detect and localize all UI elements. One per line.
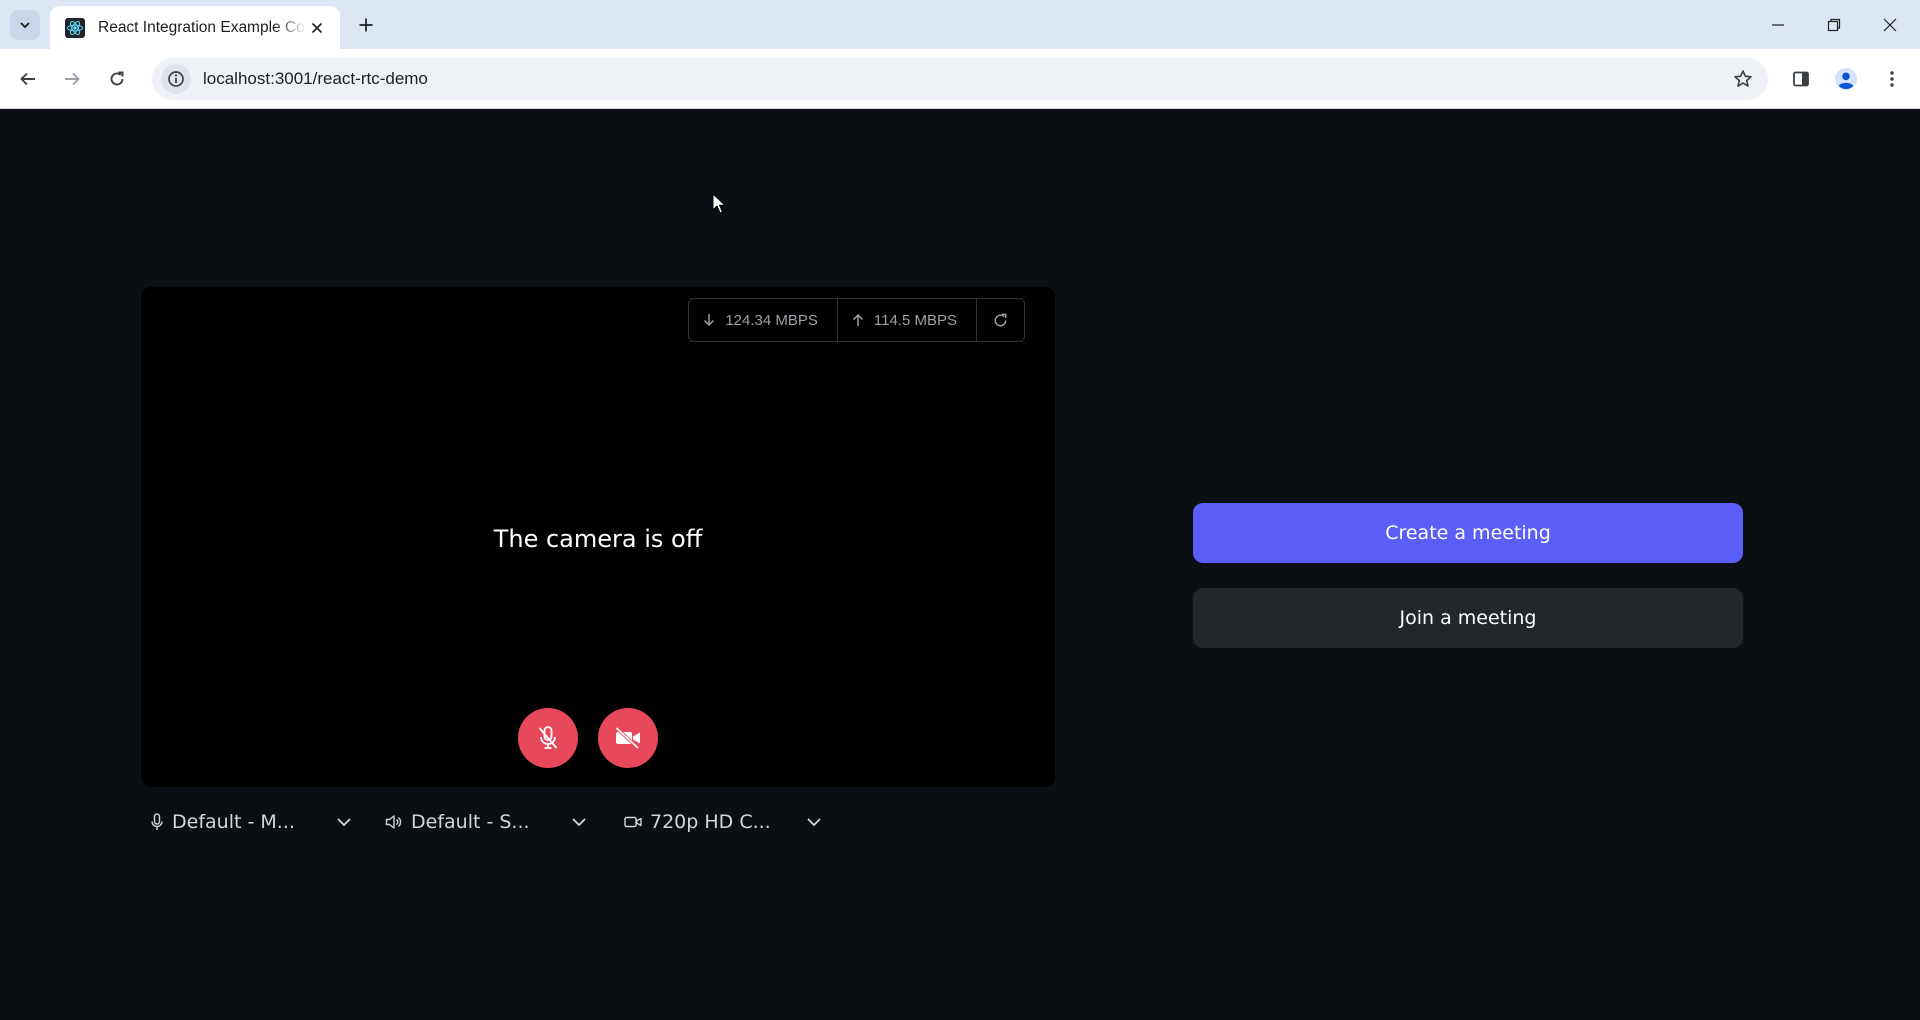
back-button[interactable] [11, 62, 45, 96]
network-stats: 124.34 MBPS 114.5 MBPS [688, 298, 1025, 342]
page-content: The camera is off 124.34 MBPS 114.5 MBPS [0, 110, 1920, 1020]
forward-button[interactable] [55, 62, 89, 96]
profile-button[interactable] [1829, 62, 1863, 96]
microphone-icon [151, 813, 163, 830]
speaker-select-value: Default - S... [411, 811, 530, 833]
chevron-down-icon [336, 817, 352, 827]
bookmark-button[interactable] [1726, 62, 1760, 96]
restore-icon [1827, 18, 1841, 31]
mouse-cursor-icon [712, 193, 726, 214]
close-window-button[interactable] [1862, 0, 1918, 49]
browser-toolbar: localhost:3001/react-rtc-demo [0, 49, 1920, 109]
tab-close-button[interactable] [306, 17, 328, 39]
side-panel-icon [1793, 71, 1809, 87]
upload-speed: 114.5 MBPS [838, 299, 977, 341]
react-logo-icon [64, 17, 86, 39]
new-tab-button[interactable] [351, 10, 381, 40]
chevron-down-icon [571, 817, 587, 827]
star-icon [1734, 70, 1752, 87]
speaker-select[interactable]: Default - S... [385, 802, 591, 842]
arrow-up-icon [852, 313, 863, 326]
download-speed: 124.34 MBPS [689, 299, 838, 341]
side-panel-button[interactable] [1784, 62, 1818, 96]
microphone-select[interactable]: Default - M... [150, 802, 356, 842]
close-icon [311, 22, 323, 33]
restore-button[interactable] [1806, 0, 1862, 49]
arrow-down-icon [704, 314, 715, 327]
minimize-icon [1772, 23, 1784, 26]
reload-icon [110, 71, 124, 86]
avatar-icon [1835, 68, 1857, 90]
more-vertical-icon [1890, 71, 1894, 87]
refresh-stats-button[interactable] [977, 299, 1024, 341]
tab-search-button[interactable] [10, 10, 40, 40]
camera-select[interactable]: 720p HD C... [624, 802, 830, 842]
video-off-icon [615, 726, 640, 750]
toggle-microphone-button[interactable] [518, 708, 578, 768]
join-meeting-button[interactable]: Join a meeting [1193, 588, 1743, 648]
microphone-select-value: Default - M... [172, 811, 295, 833]
arrow-right-icon [65, 72, 80, 86]
download-speed-value: 124.34 MBPS [725, 311, 818, 329]
address-bar[interactable]: localhost:3001/react-rtc-demo [152, 58, 1768, 100]
mic-off-icon [538, 726, 558, 749]
chevron-down-icon [20, 22, 30, 29]
arrow-left-icon [20, 72, 35, 86]
tab-title: React Integration Example Code [98, 18, 306, 36]
browser-tab-bar: React Integration Example Code [0, 0, 1920, 49]
active-tab[interactable]: React Integration Example Code [50, 6, 340, 49]
refresh-icon [994, 313, 1007, 326]
speaker-icon [385, 815, 402, 829]
reload-button[interactable] [100, 62, 134, 96]
camera-off-message: The camera is off [493, 524, 703, 553]
video-preview: The camera is off 124.34 MBPS 114.5 MBPS [141, 287, 1055, 787]
plus-icon [359, 18, 373, 32]
browser-menu-button[interactable] [1875, 62, 1909, 96]
upload-speed-value: 114.5 MBPS [873, 311, 957, 329]
chevron-down-icon [806, 817, 822, 827]
url-text[interactable]: localhost:3001/react-rtc-demo [203, 69, 1726, 89]
close-icon [1883, 18, 1897, 31]
site-info-button[interactable] [161, 64, 191, 94]
info-icon [168, 71, 184, 87]
create-meeting-button[interactable]: Create a meeting [1193, 503, 1743, 563]
toggle-camera-button[interactable] [598, 708, 658, 768]
camera-select-value: 720p HD C... [650, 811, 771, 833]
minimize-button[interactable] [1750, 0, 1806, 49]
video-camera-icon [624, 816, 642, 828]
